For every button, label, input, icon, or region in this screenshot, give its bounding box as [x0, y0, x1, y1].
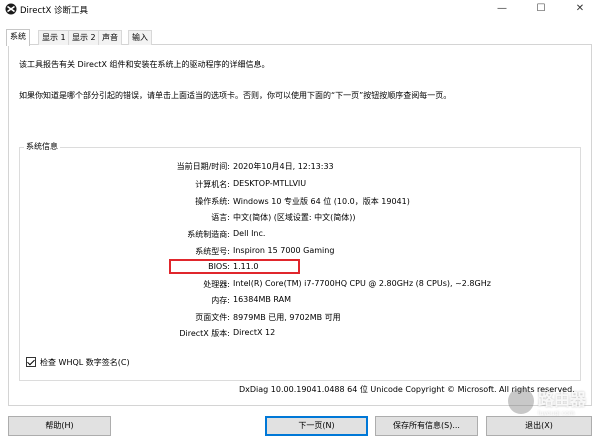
watermark-icon — [508, 388, 534, 414]
window-title: DirectX 诊断工具 — [20, 6, 88, 16]
directx-app-icon — [5, 3, 17, 15]
info-value: Intel(R) Core(TM) i7-7700HQ CPU @ 2.80GH… — [233, 279, 491, 288]
tab-input[interactable]: 输入 — [128, 30, 152, 45]
intro-text-2: 如果你知道是哪个部分引起的错误，请单击上面适当的选项卡。否则，你可以使用下面的“… — [19, 91, 452, 100]
info-value: DESKTOP-MTLLVIU — [233, 179, 307, 188]
next-page-button[interactable]: 下一页(N) — [265, 416, 368, 436]
info-value: 16384MB RAM — [233, 295, 291, 304]
tab-system[interactable]: 系统 — [6, 29, 30, 46]
info-row-memory: 内存: 16384MB RAM — [0, 295, 600, 307]
whql-checkbox-label[interactable]: 检查 WHQL 数字签名(C) — [40, 357, 130, 368]
intro-text-1: 该工具报告有关 DirectX 组件和安装在系统上的驱动程序的详细信息。 — [19, 60, 270, 69]
system-info-group-label: 系统信息 — [24, 141, 60, 152]
info-value: 8979MB 已用, 9702MB 可用 — [233, 313, 341, 322]
info-label: 处理器: — [203, 280, 230, 289]
maximize-button[interactable]: ☐ — [521, 0, 561, 18]
minimize-button[interactable]: — — [482, 0, 522, 18]
tab-display-2[interactable]: 显示 2 — [68, 30, 100, 45]
info-label: 系统型号: — [195, 247, 230, 256]
info-label: 当前日期/时间: — [176, 162, 230, 171]
tab-sound[interactable]: 声音 — [98, 30, 122, 45]
bios-highlight-box — [169, 259, 300, 274]
info-label: 计算机名: — [195, 180, 230, 189]
info-value: Dell Inc. — [233, 229, 266, 238]
info-row-directx-version: DirectX 版本: DirectX 12 — [0, 328, 600, 340]
info-row-os: 操作系统: Windows 10 专业版 64 位 (10.0，版本 19041… — [0, 196, 600, 208]
info-label: 语言: — [211, 213, 230, 222]
watermark-text: 路由器 — [538, 390, 587, 409]
info-row-language: 语言: 中文(简体) (区域设置: 中文(简体)) — [0, 212, 600, 224]
info-label: 系统制造商: — [187, 230, 230, 239]
save-all-info-button[interactable]: 保存所有信息(S)... — [375, 416, 478, 436]
title-bar: DirectX 诊断工具 — ☐ ✕ — [0, 0, 600, 20]
info-value: Windows 10 专业版 64 位 (10.0，版本 19041) — [233, 197, 410, 206]
info-row-processor: 处理器: Intel(R) Core(TM) i7-7700HQ CPU @ 2… — [0, 279, 600, 291]
info-value: 2020年10月4日, 12:13:33 — [233, 162, 334, 171]
info-value: 中文(简体) (区域设置: 中文(简体)) — [233, 213, 356, 222]
info-label: DirectX 版本: — [179, 329, 230, 338]
info-row-datetime: 当前日期/时间: 2020年10月4日, 12:13:33 — [0, 161, 600, 173]
info-row-manufacturer: 系统制造商: Dell Inc. — [0, 229, 600, 241]
close-button[interactable]: ✕ — [560, 0, 600, 18]
info-row-computer-name: 计算机名: DESKTOP-MTLLVIU — [0, 179, 600, 191]
info-value: Inspiron 15 7000 Gaming — [233, 246, 335, 255]
help-button[interactable]: 帮助(H) — [8, 416, 111, 436]
info-row-page-file: 页面文件: 8979MB 已用, 9702MB 可用 — [0, 312, 600, 324]
whql-checkbox[interactable] — [26, 357, 36, 367]
info-label: 操作系统: — [195, 197, 230, 206]
info-label: 内存: — [211, 296, 230, 305]
info-label: 页面文件: — [195, 313, 230, 322]
tab-display-1[interactable]: 显示 1 — [38, 30, 70, 45]
exit-button[interactable]: 退出(X) — [486, 416, 592, 436]
info-value: DirectX 12 — [233, 328, 276, 337]
info-row-model: 系统型号: Inspiron 15 7000 Gaming — [0, 246, 600, 258]
info-row-bios: BIOS: 1.11.0 — [0, 262, 600, 274]
